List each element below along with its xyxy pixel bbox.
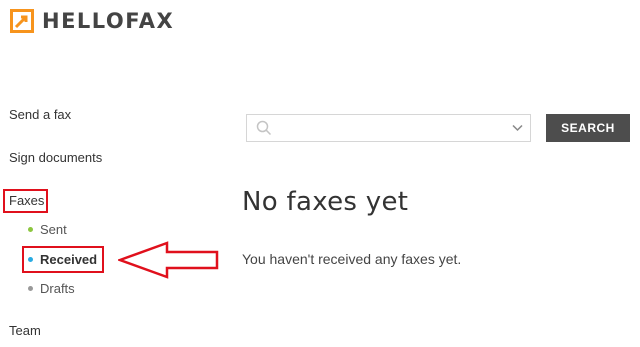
- sidebar-subitem-label: Sent: [40, 222, 67, 237]
- sidebar-item-team[interactable]: Team: [9, 323, 41, 339]
- hellofax-logo-icon: [10, 9, 34, 33]
- chevron-down-icon[interactable]: [512, 124, 523, 132]
- empty-state-message: You haven't received any faxes yet.: [242, 251, 462, 267]
- app-name: HELLOFAX: [42, 9, 175, 33]
- sidebar-subitem-sent[interactable]: Sent: [28, 222, 67, 238]
- left-arrow-annotation-icon: [118, 241, 219, 279]
- received-highlight-box: [22, 246, 104, 273]
- search-input[interactable]: [277, 118, 497, 138]
- search-button[interactable]: SEARCH: [546, 114, 630, 142]
- sidebar-item-send-fax[interactable]: Send a fax: [9, 107, 71, 123]
- sent-dot-icon: [28, 227, 33, 233]
- page-title: No faxes yet: [242, 187, 409, 217]
- sidebar-item-sign-documents[interactable]: Sign documents: [9, 150, 102, 166]
- search-field[interactable]: [246, 114, 531, 142]
- sidebar-subitem-drafts[interactable]: Drafts: [28, 281, 75, 297]
- faxes-highlight-box: [3, 189, 48, 213]
- sidebar-subitem-label: Drafts: [40, 281, 75, 296]
- search-icon: [256, 120, 272, 136]
- drafts-dot-icon: [28, 286, 33, 292]
- app-logo[interactable]: HELLOFAX: [10, 9, 174, 33]
